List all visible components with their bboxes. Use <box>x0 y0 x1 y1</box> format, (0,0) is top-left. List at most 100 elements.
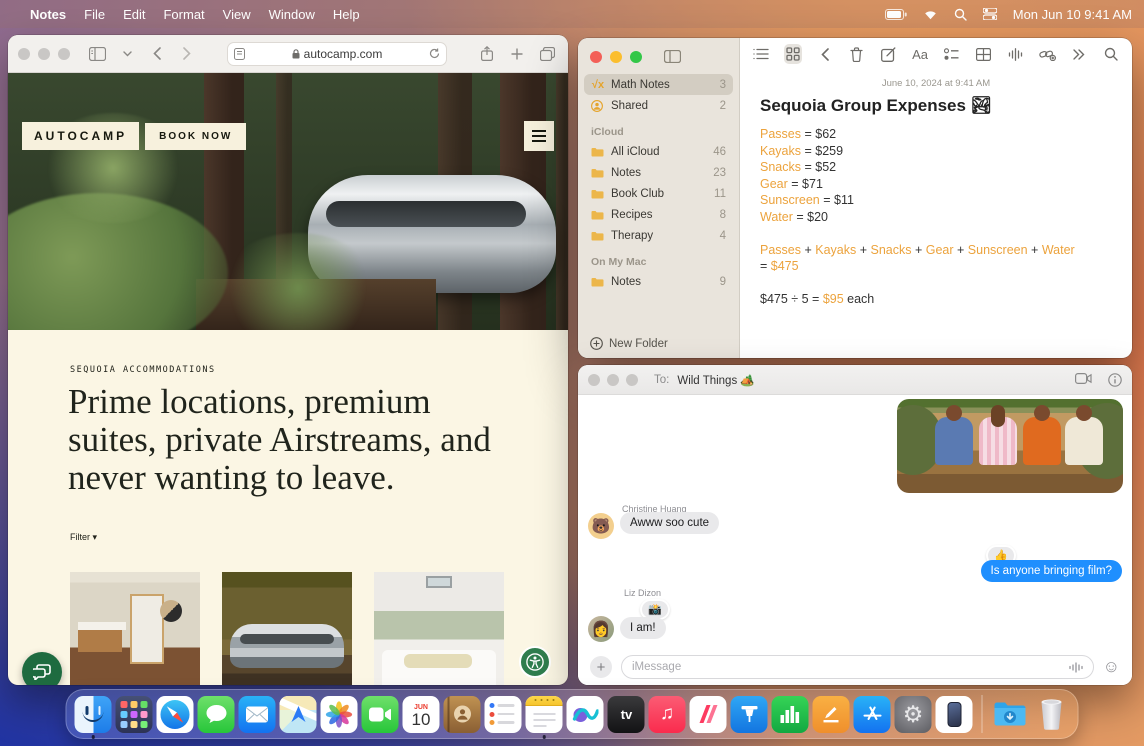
facetime-video-icon[interactable] <box>1075 373 1092 387</box>
sidebar-item-notes[interactable]: Notes 23 <box>584 162 733 183</box>
share-icon[interactable] <box>476 43 498 65</box>
dock-icon-calendar[interactable]: JUN10 <box>403 696 440 733</box>
dock-icon-maps[interactable] <box>280 696 317 733</box>
reload-icon[interactable] <box>429 48 440 59</box>
dock-icon-freeform[interactable] <box>567 696 604 733</box>
sidebar-toggle-icon[interactable] <box>664 50 681 63</box>
format-icon[interactable]: Aa <box>911 44 929 64</box>
dock-icon-mail[interactable] <box>239 696 276 733</box>
back-icon[interactable] <box>816 44 834 64</box>
compose-icon[interactable] <box>879 44 897 64</box>
dock-icon-news[interactable] <box>690 696 727 733</box>
minimize-button[interactable] <box>607 374 619 386</box>
menu-window[interactable]: Window <box>269 7 315 22</box>
add-link-icon[interactable] <box>1038 44 1056 64</box>
control-center-icon[interactable] <box>983 8 997 20</box>
dock-icon-reminders[interactable] <box>485 696 522 733</box>
listing-photo-exterior[interactable] <box>222 572 352 685</box>
dock-icon-messages[interactable] <box>198 696 235 733</box>
close-button[interactable] <box>18 48 30 60</box>
address-bar[interactable]: autocamp.com <box>227 42 447 66</box>
sidebar-item-shared[interactable]: Shared 2 <box>584 95 733 116</box>
sidebar-item-math-notes[interactable]: √x Math Notes 3 <box>584 74 733 95</box>
dock-icon-finder[interactable] <box>75 696 112 733</box>
dock-icon-keynote[interactable] <box>731 696 768 733</box>
avatar-christine[interactable]: 🐻 <box>588 513 614 539</box>
menu-format[interactable]: Format <box>163 7 204 22</box>
dock-icon-iphone-mirroring[interactable] <box>936 696 973 733</box>
accessibility-button[interactable] <box>519 646 551 678</box>
reader-icon[interactable] <box>234 48 245 60</box>
list-view-icon[interactable] <box>752 44 770 64</box>
dock-icon-contacts[interactable] <box>444 696 481 733</box>
wifi-icon[interactable] <box>923 9 938 20</box>
sidebar-item-book-club[interactable]: Book Club 11 <box>584 183 733 204</box>
back-button[interactable] <box>146 43 168 65</box>
new-folder-button[interactable]: New Folder <box>590 337 668 350</box>
photo-message[interactable] <box>897 399 1123 493</box>
chevron-down-icon[interactable] <box>116 43 138 65</box>
search-icon[interactable] <box>1102 44 1120 64</box>
minimize-button[interactable] <box>610 51 622 63</box>
forward-button[interactable] <box>176 43 198 65</box>
sidebar-item-recipes[interactable]: Recipes 8 <box>584 204 733 225</box>
note-body[interactable]: Passes = $62Kayaks = $259Snacks = $52Gea… <box>760 126 1132 308</box>
checklist-icon[interactable] <box>943 44 961 64</box>
zoom-button[interactable] <box>630 51 642 63</box>
dock-icon-launchpad[interactable] <box>116 696 153 733</box>
menu-bar-clock[interactable]: Mon Jun 10 9:41 AM <box>1013 7 1132 22</box>
listing-photo-interior[interactable] <box>70 572 200 685</box>
chat-widget-button[interactable] <box>22 652 62 685</box>
sidebar-item-notes[interactable]: Notes 9 <box>584 271 733 292</box>
dock-icon-safari[interactable] <box>157 696 194 733</box>
dock-icon-system-settings[interactable]: ⚙ <box>895 696 932 733</box>
info-icon[interactable] <box>1108 373 1122 387</box>
tab-overview-icon[interactable] <box>536 43 558 65</box>
close-button[interactable] <box>590 51 602 63</box>
dock-icon-tv[interactable]: tv <box>608 696 645 733</box>
menu-file[interactable]: File <box>84 7 105 22</box>
dock-icon-facetime[interactable] <box>362 696 399 733</box>
hamburger-menu-button[interactable] <box>524 121 554 151</box>
app-menu-notes[interactable]: Notes <box>30 7 66 22</box>
sidebar-item-all-icloud[interactable]: All iCloud 46 <box>584 141 733 162</box>
add-attachment-button[interactable]: + <box>590 656 612 678</box>
dock-icon-numbers[interactable] <box>772 696 809 733</box>
received-message[interactable]: I am! <box>620 617 666 639</box>
conversation-name[interactable]: Wild Things 🏕️ <box>677 373 754 387</box>
dock-icon-notes[interactable] <box>526 696 563 733</box>
sidebar-toggle-icon[interactable] <box>86 43 108 65</box>
dock-icon-photos[interactable] <box>321 696 358 733</box>
minimize-button[interactable] <box>38 48 50 60</box>
sent-message[interactable]: Is anyone bringing film? <box>981 560 1122 582</box>
gallery-view-icon[interactable] <box>784 44 802 64</box>
trash-icon[interactable] <box>847 44 865 64</box>
avatar-liz[interactable]: 👩 <box>588 616 614 642</box>
dictation-icon[interactable] <box>1069 662 1083 673</box>
menu-help[interactable]: Help <box>333 7 360 22</box>
audio-icon[interactable] <box>1007 44 1025 64</box>
dock-icon-pages[interactable] <box>813 696 850 733</box>
filter-control[interactable]: Filter ▾ <box>70 532 97 543</box>
zoom-button[interactable] <box>626 374 638 386</box>
book-now-button[interactable]: BOOK NOW <box>145 123 246 150</box>
listing-photo-bedroom[interactable] <box>374 572 504 685</box>
sidebar-item-therapy[interactable]: Therapy 4 <box>584 225 733 246</box>
menu-edit[interactable]: Edit <box>123 7 145 22</box>
zoom-button[interactable] <box>58 48 70 60</box>
dock-icon-app-store[interactable] <box>854 696 891 733</box>
more-toolbar-icon[interactable] <box>1070 44 1088 64</box>
received-message[interactable]: Awww soo cute <box>620 512 719 534</box>
dock-icon-trash[interactable] <box>1033 696 1070 733</box>
autocamp-logo[interactable]: AUTOCAMP <box>22 122 139 150</box>
dock-icon-music[interactable]: ♫ <box>649 696 686 733</box>
spotlight-search-icon[interactable] <box>954 8 967 21</box>
table-icon[interactable] <box>975 44 993 64</box>
new-tab-icon[interactable] <box>506 43 528 65</box>
menu-view[interactable]: View <box>223 7 251 22</box>
battery-icon[interactable] <box>885 9 907 20</box>
imessage-input[interactable]: iMessage <box>621 655 1094 679</box>
close-button[interactable] <box>588 374 600 386</box>
dock-icon-downloads[interactable] <box>992 696 1029 733</box>
emoji-picker-icon[interactable]: ☺ <box>1103 657 1120 677</box>
